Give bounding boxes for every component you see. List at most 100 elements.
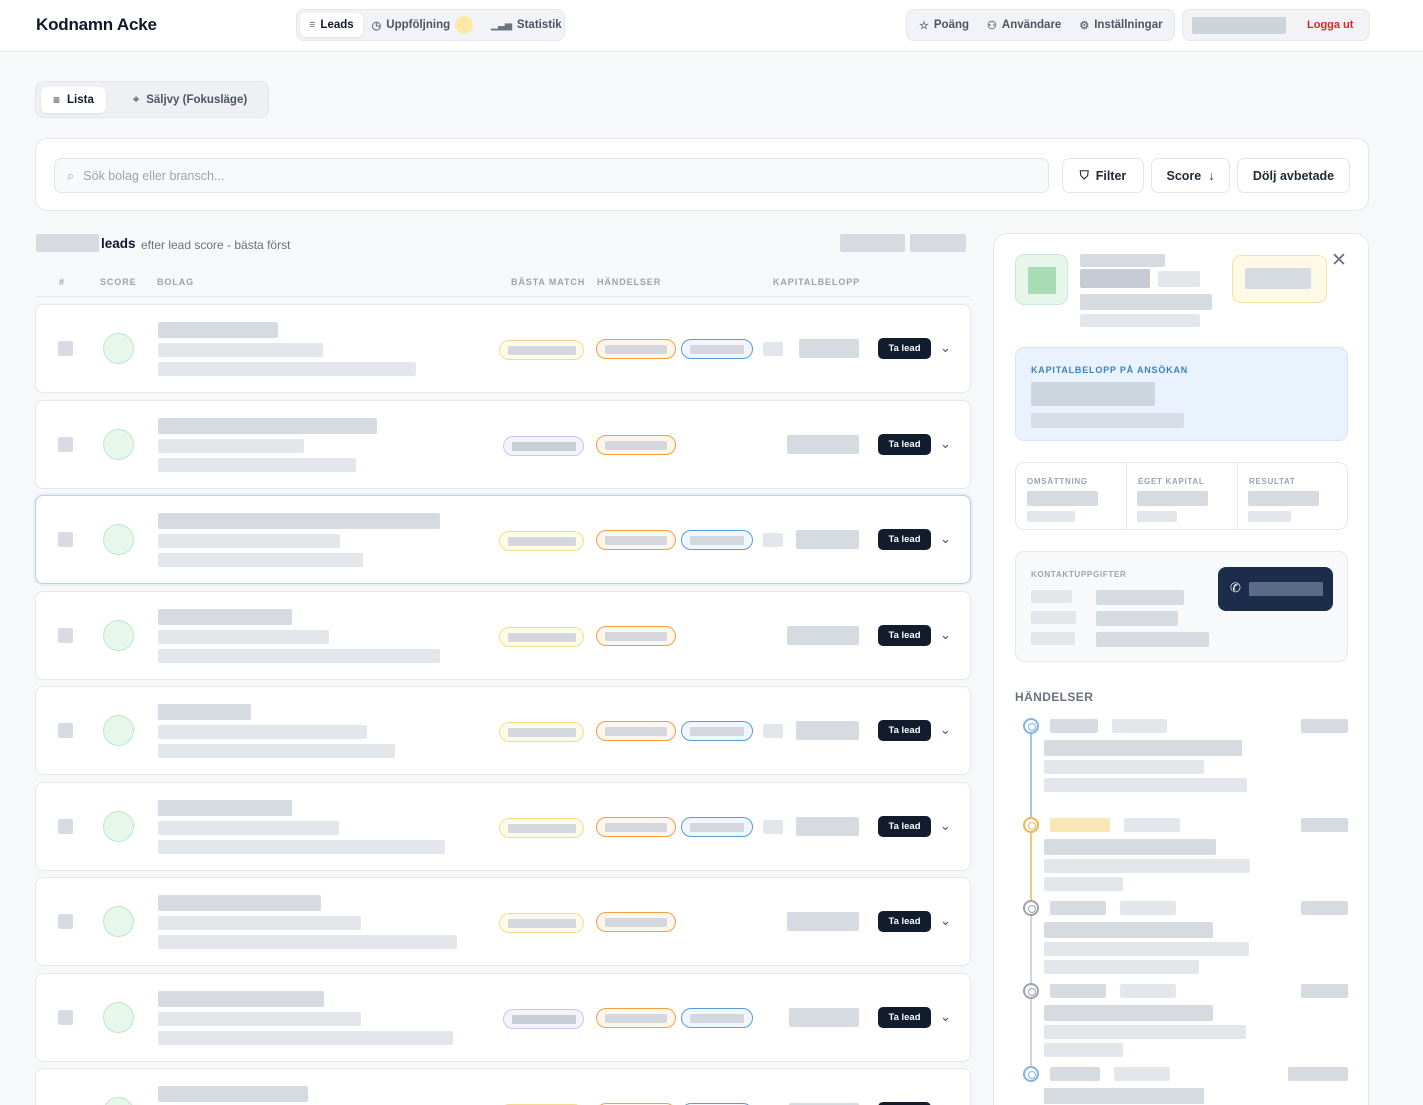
chevron-down-icon[interactable]: ⌄ xyxy=(940,722,951,738)
logout-button[interactable]: Logga ut xyxy=(1307,19,1353,31)
score-indicator xyxy=(103,429,134,460)
lead-row[interactable]: Ta lead ⌄ xyxy=(35,591,971,680)
clock-icon: ◷ xyxy=(371,19,382,32)
company-industry xyxy=(1080,314,1200,327)
row-checkbox[interactable] xyxy=(58,341,73,356)
chevron-down-icon[interactable]: ⌄ xyxy=(940,818,951,834)
col-company[interactable]: BOLAG xyxy=(157,277,194,287)
view-focus-button[interactable]: ⌖ Säljvy (Fokusläge) xyxy=(121,87,259,113)
event-tag xyxy=(596,435,676,455)
capital-amount xyxy=(796,721,859,740)
event-type xyxy=(1050,818,1110,832)
take-lead-button[interactable]: Ta lead xyxy=(878,720,931,741)
chevron-down-icon[interactable]: ⌄ xyxy=(940,627,951,643)
hide-done-label: Dölj avbetade xyxy=(1252,168,1335,183)
lead-row[interactable]: Ta lead ⌄ xyxy=(35,495,971,584)
chevron-down-icon[interactable]: ⌄ xyxy=(940,436,951,452)
contact-card: KONTAKTUPPGIFTER ✆ xyxy=(1015,551,1348,662)
lead-row[interactable]: Ta lead ⌄ xyxy=(35,973,971,1062)
event-label xyxy=(1112,719,1167,733)
company-name xyxy=(158,800,292,816)
score-sort-label: Score xyxy=(1166,168,1202,183)
event-type xyxy=(1050,719,1098,733)
timeline-dot xyxy=(1023,817,1039,833)
chevron-down-icon[interactable]: ⌄ xyxy=(940,531,951,547)
nav-leads[interactable]: ≡ Leads xyxy=(300,13,363,37)
lead-row[interactable]: Ta lead ⌄ xyxy=(35,782,971,871)
score-indicator xyxy=(103,906,134,937)
col-capital[interactable]: KAPITALBELOPP xyxy=(773,277,860,287)
equity-value xyxy=(1137,491,1208,506)
take-lead-button[interactable]: Ta lead xyxy=(878,625,931,646)
company-name xyxy=(158,991,324,1007)
lead-row[interactable]: Ta lead⌄ xyxy=(35,1068,971,1105)
lead-row[interactable]: Ta lead ⌄ xyxy=(35,686,971,775)
nav-settings[interactable]: ⚙ Inställningar xyxy=(1070,13,1171,37)
company-industry xyxy=(158,916,361,930)
take-lead-button[interactable]: Ta lead xyxy=(878,816,931,837)
contact-value-3 xyxy=(1096,632,1209,647)
nav-statistics[interactable]: ▁▃▅ Statistik xyxy=(482,13,571,37)
take-lead-button[interactable]: Ta lead xyxy=(878,1007,931,1028)
best-match-tag xyxy=(499,722,584,742)
event-label xyxy=(1124,818,1180,832)
row-checkbox[interactable] xyxy=(58,723,73,738)
search-box[interactable]: ⌕ xyxy=(54,158,1049,193)
score-indicator xyxy=(103,524,134,555)
search-input[interactable] xyxy=(83,168,984,183)
chevron-down-icon[interactable]: ⌄ xyxy=(940,1009,951,1025)
col-best-match[interactable]: BÄSTA MATCH xyxy=(511,277,585,287)
company-name xyxy=(158,418,377,434)
timeline-dot xyxy=(1023,983,1039,999)
company-tag xyxy=(1158,271,1200,287)
nav-statistics-label: Statistik xyxy=(516,19,562,31)
nav-users[interactable]: ⚇ Användare xyxy=(978,13,1070,37)
score-sort-button[interactable]: Score ↓ xyxy=(1151,158,1230,193)
row-checkbox[interactable] xyxy=(58,437,73,452)
row-checkbox[interactable] xyxy=(58,532,73,547)
call-button[interactable]: ✆ xyxy=(1218,567,1333,611)
event-tag xyxy=(681,1008,753,1028)
col-events[interactable]: HÄNDELSER xyxy=(597,277,661,287)
chevron-down-icon[interactable]: ⌄ xyxy=(940,340,951,356)
search-icon: ⌕ xyxy=(67,167,75,183)
view-list-button[interactable]: ≡ Lista xyxy=(41,87,106,113)
close-icon[interactable]: ✕ xyxy=(1331,251,1347,270)
equity-year xyxy=(1137,511,1177,522)
timeline-line xyxy=(1030,833,1032,900)
lead-row[interactable]: Ta lead ⌄ xyxy=(35,877,971,966)
row-checkbox[interactable] xyxy=(58,628,73,643)
company-location xyxy=(158,840,445,854)
event-tag xyxy=(681,817,753,837)
lead-row[interactable]: Ta lead ⌄ xyxy=(35,400,971,489)
row-checkbox[interactable] xyxy=(58,914,73,929)
leads-count xyxy=(36,234,99,252)
nav-points[interactable]: ☆ Poäng xyxy=(910,13,978,37)
company-name xyxy=(158,322,278,338)
pagination-control[interactable] xyxy=(910,234,966,252)
secondary-nav: ☆ Poäng ⚇ Användare ⚙ Inställningar xyxy=(906,9,1175,41)
view-toggle: ≡ Lista ⌖ Säljvy (Fokusläge) xyxy=(35,81,269,118)
event-type xyxy=(1050,1067,1100,1081)
revenue-year xyxy=(1027,511,1075,522)
score-indicator xyxy=(103,1002,134,1033)
take-lead-button[interactable]: Ta lead xyxy=(878,434,931,455)
filter-button[interactable]: ⛉ Filter xyxy=(1062,158,1144,193)
take-lead-button[interactable]: Ta lead xyxy=(878,529,931,550)
hide-done-button[interactable]: Dölj avbetade xyxy=(1237,158,1350,193)
row-checkbox[interactable] xyxy=(58,819,73,834)
lead-row[interactable]: Ta lead ⌄ xyxy=(35,304,971,393)
revenue-value xyxy=(1027,491,1098,506)
row-checkbox[interactable] xyxy=(58,1010,73,1025)
col-score[interactable]: SCORE xyxy=(100,277,137,287)
chevron-down-icon[interactable]: ⌄ xyxy=(940,913,951,929)
star-icon: ☆ xyxy=(919,19,929,32)
nav-settings-label: Inställningar xyxy=(1094,19,1163,31)
take-lead-button[interactable]: Ta lead xyxy=(878,338,931,359)
event-tag xyxy=(596,912,676,932)
take-lead-button[interactable]: Ta lead xyxy=(878,911,931,932)
event-detail xyxy=(1044,1025,1246,1039)
capital-amount xyxy=(799,339,859,358)
nav-followup[interactable]: ◷ Uppföljning xyxy=(363,13,482,37)
event-detail xyxy=(1044,960,1199,974)
